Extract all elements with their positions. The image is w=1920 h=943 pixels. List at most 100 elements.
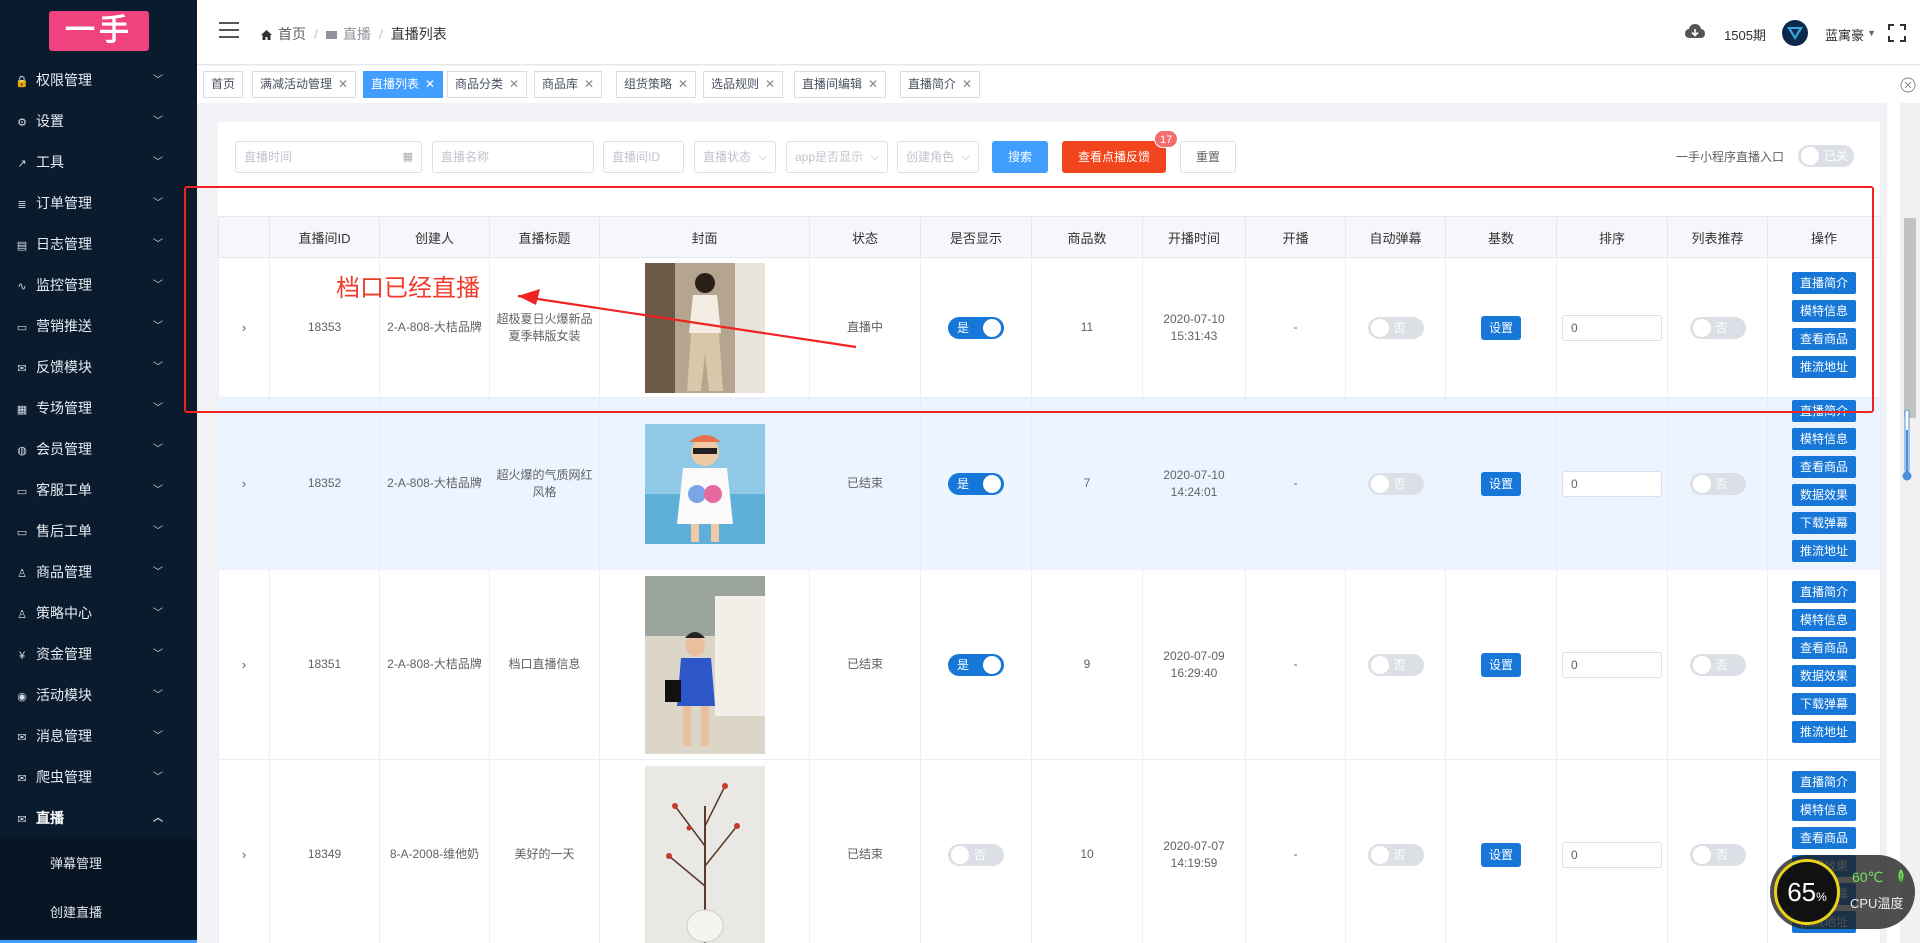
sidebar-item-14[interactable]: ¥ 资金管理 ﹀: [0, 634, 197, 675]
tab-7[interactable]: 直播间编辑 ✕: [794, 71, 887, 98]
show-switch[interactable]: 是: [948, 316, 1004, 339]
action-button[interactable]: 推流地址: [1792, 355, 1856, 378]
sidebar-item-11[interactable]: ▭ 售后工单 ﹀: [0, 511, 197, 552]
close-icon[interactable]: ✕: [584, 77, 594, 91]
cloud-download-icon[interactable]: [1684, 23, 1706, 39]
base-set-button[interactable]: 设置: [1481, 315, 1521, 340]
scrollbar-thumb[interactable]: [1904, 218, 1916, 418]
tab-0[interactable]: 首页: [203, 71, 244, 98]
sidebar-item-7[interactable]: ✉ 反馈模块 ﹀: [0, 347, 197, 388]
sort-input[interactable]: 0: [1562, 314, 1662, 341]
action-button[interactable]: 查看商品: [1792, 455, 1856, 478]
auto-danmu-switch[interactable]: 否: [1367, 653, 1424, 676]
submenu-item-0[interactable]: 弹幕管理: [0, 839, 197, 888]
room-id-input[interactable]: 直播间ID: [603, 141, 684, 173]
cpu-monitor-widget[interactable]: 65% 60℃ CPU温度: [1770, 855, 1915, 929]
mini-program-entry-switch[interactable]: 已关: [1798, 145, 1854, 167]
create-role-select[interactable]: 创建角色 ⌵: [897, 141, 979, 173]
base-set-button[interactable]: 设置: [1481, 652, 1521, 677]
breadcrumb-live[interactable]: 直播: [343, 26, 371, 42]
sidebar-item-3[interactable]: ≣ 订单管理 ﹀: [0, 183, 197, 224]
sidebar-item-8[interactable]: ▦ 专场管理 ﹀: [0, 388, 197, 429]
action-button[interactable]: 模特信息: [1792, 798, 1856, 821]
tab-3[interactable]: 商品分类 ✕: [447, 71, 528, 98]
live-status-select[interactable]: 直播状态 ⌵: [694, 141, 776, 173]
close-all-tabs-icon[interactable]: [1898, 75, 1918, 95]
auto-danmu-switch[interactable]: 否: [1367, 316, 1424, 339]
action-button[interactable]: 查看商品: [1792, 327, 1856, 350]
app-show-select[interactable]: app是否显示 ⌵: [786, 141, 888, 173]
close-icon[interactable]: ✕: [765, 77, 775, 91]
sidebar-item-2[interactable]: ↗ 工具 ﹀: [0, 142, 197, 183]
action-button[interactable]: 数据效果: [1792, 664, 1856, 687]
list-recommend-switch[interactable]: 否: [1689, 316, 1746, 339]
tab-4[interactable]: 商品库 ✕: [534, 71, 603, 98]
action-button[interactable]: 直播简介: [1792, 271, 1856, 294]
sidebar-item-12[interactable]: ♙ 商品管理 ﹀: [0, 552, 197, 593]
avatar[interactable]: [1782, 20, 1808, 46]
sidebar-item-16[interactable]: ✉ 消息管理 ﹀: [0, 716, 197, 757]
caret-down-icon[interactable]: ▼: [1867, 28, 1876, 38]
action-button[interactable]: 直播简介: [1792, 399, 1856, 422]
sidebar-item-6[interactable]: ▭ 营销推送 ﹀: [0, 306, 197, 347]
show-switch[interactable]: 是: [948, 472, 1004, 495]
action-button[interactable]: 直播简介: [1792, 770, 1856, 793]
action-button[interactable]: 推流地址: [1792, 720, 1856, 743]
vertical-scrollbar[interactable]: [1900, 103, 1920, 943]
action-button[interactable]: 模特信息: [1792, 427, 1856, 450]
list-recommend-switch[interactable]: 否: [1689, 843, 1746, 866]
expand-row-icon[interactable]: ›: [242, 847, 246, 862]
action-button[interactable]: 推流地址: [1792, 539, 1856, 562]
hamburger-icon[interactable]: [219, 22, 239, 38]
sidebar-item-15[interactable]: ◉ 活动模块 ﹀: [0, 675, 197, 716]
username[interactable]: 蓝寓豪: [1825, 25, 1864, 44]
breadcrumb-home[interactable]: 首页: [278, 26, 306, 42]
tab-8[interactable]: 直播简介 ✕: [900, 71, 981, 98]
sidebar-item-1[interactable]: ⚙ 设置 ﹀: [0, 101, 197, 142]
reset-button[interactable]: 重置: [1180, 141, 1236, 173]
base-set-button[interactable]: 设置: [1481, 471, 1521, 496]
action-button[interactable]: 下载弹幕: [1792, 511, 1856, 534]
sort-input[interactable]: 0: [1562, 651, 1662, 678]
close-icon[interactable]: ✕: [962, 77, 972, 91]
action-button[interactable]: 数据效果: [1792, 483, 1856, 506]
submenu-item-1[interactable]: 创建直播: [0, 888, 197, 937]
search-button[interactable]: 搜索: [992, 141, 1048, 173]
action-button[interactable]: 下载弹幕: [1792, 692, 1856, 715]
show-switch[interactable]: 是: [948, 653, 1004, 676]
sidebar-item-0[interactable]: 🔒 权限管理 ﹀: [0, 60, 197, 101]
expand-row-icon[interactable]: ›: [242, 657, 246, 672]
tab-1[interactable]: 满减活动管理 ✕: [252, 71, 357, 98]
list-recommend-switch[interactable]: 否: [1689, 472, 1746, 495]
sort-input[interactable]: 0: [1562, 841, 1662, 868]
sidebar-item-4[interactable]: ▤ 日志管理 ﹀: [0, 224, 197, 265]
tab-5[interactable]: 组货策略 ✕: [616, 71, 697, 98]
live-name-input[interactable]: 直播名称: [432, 141, 594, 173]
close-icon[interactable]: ✕: [425, 77, 435, 91]
live-time-picker[interactable]: 直播时间 ▦: [235, 141, 422, 173]
list-recommend-switch[interactable]: 否: [1689, 653, 1746, 676]
show-switch[interactable]: 否: [948, 843, 1004, 866]
sidebar-item-9[interactable]: ◍ 会员管理 ﹀: [0, 429, 197, 470]
close-icon[interactable]: ✕: [338, 77, 348, 91]
view-feedback-button[interactable]: 查看点播反馈: [1062, 141, 1166, 173]
base-set-button[interactable]: 设置: [1481, 842, 1521, 867]
tab-2[interactable]: 直播列表 ✕: [363, 71, 444, 98]
tab-6[interactable]: 选品规则 ✕: [703, 71, 784, 98]
action-button[interactable]: 直播简介: [1792, 580, 1856, 603]
sidebar-item-5[interactable]: ∿ 监控管理 ﹀: [0, 265, 197, 306]
action-button[interactable]: 查看商品: [1792, 826, 1856, 849]
sidebar-item-18[interactable]: ✉ 直播 ︿: [0, 798, 197, 839]
auto-danmu-switch[interactable]: 否: [1367, 472, 1424, 495]
sidebar-item-10[interactable]: ▭ 客服工单 ﹀: [0, 470, 197, 511]
action-button[interactable]: 模特信息: [1792, 608, 1856, 631]
sidebar-item-17[interactable]: ✉ 爬虫管理 ﹀: [0, 757, 197, 798]
close-icon[interactable]: ✕: [868, 77, 878, 91]
expand-row-icon[interactable]: ›: [242, 476, 246, 491]
action-button[interactable]: 查看商品: [1792, 636, 1856, 659]
sidebar-item-13[interactable]: ♙ 策略中心 ﹀: [0, 593, 197, 634]
close-icon[interactable]: ✕: [678, 77, 688, 91]
sort-input[interactable]: 0: [1562, 470, 1662, 497]
action-button[interactable]: 模特信息: [1792, 299, 1856, 322]
fullscreen-icon[interactable]: [1888, 24, 1906, 42]
